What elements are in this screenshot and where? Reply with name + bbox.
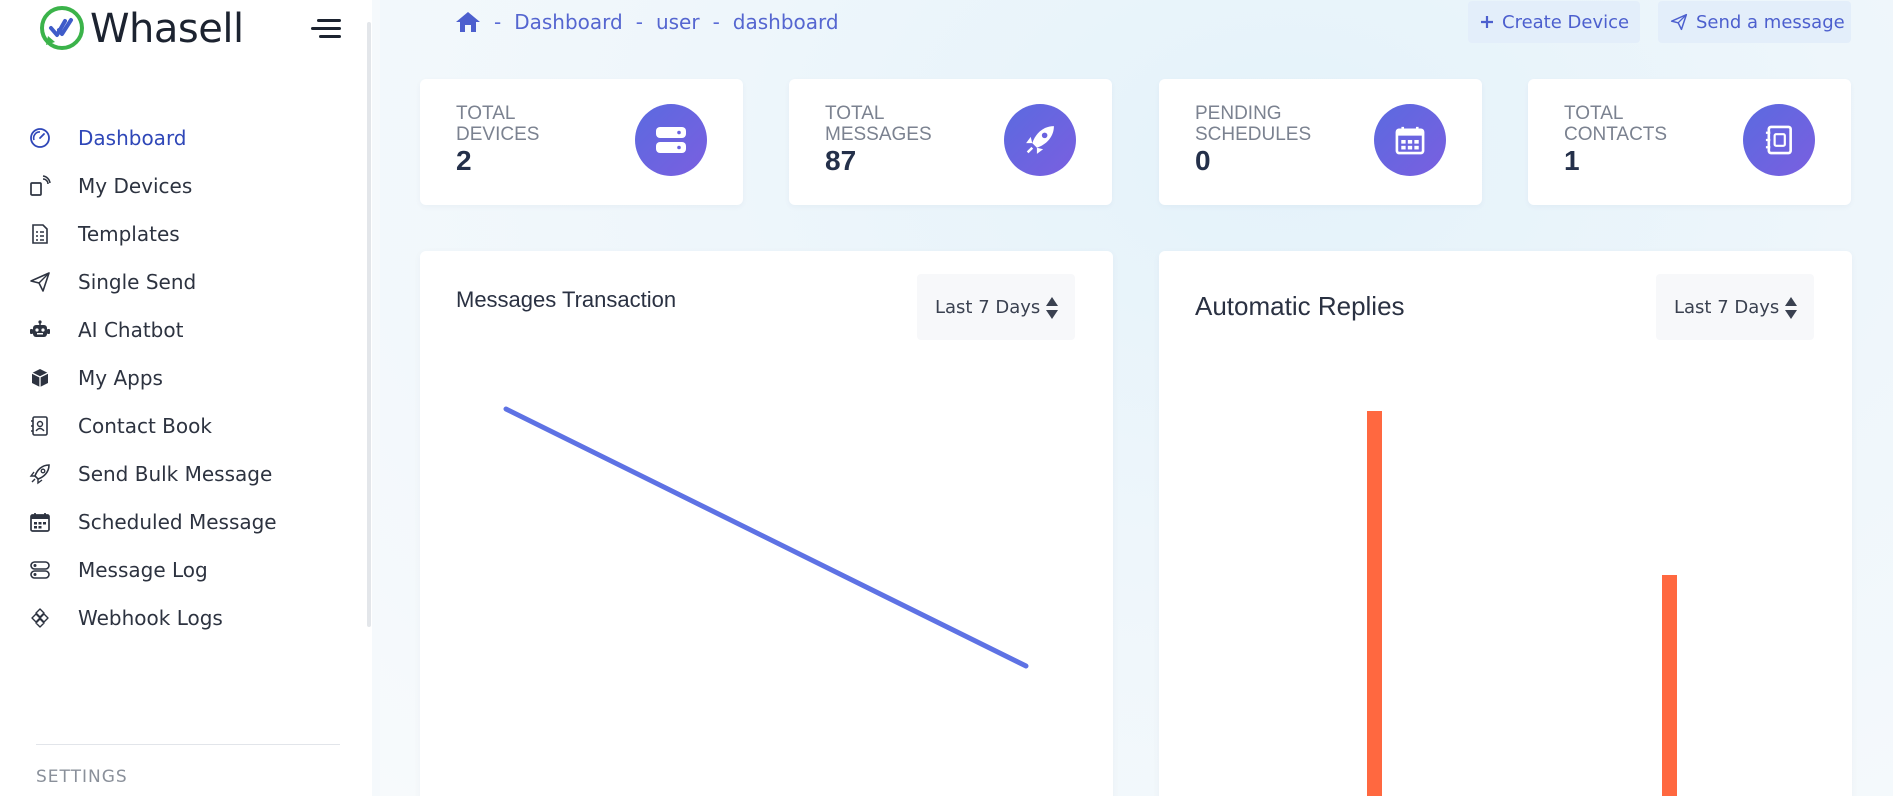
messages-line-chart xyxy=(503,406,1029,669)
sidebar-item-dashboard[interactable]: Dashboard xyxy=(28,123,348,153)
breadcrumb-separator: - xyxy=(494,10,502,34)
breadcrumb-dashboard[interactable]: Dashboard xyxy=(514,10,623,34)
plus-icon xyxy=(1480,15,1494,29)
sidebar-item-label: Dashboard xyxy=(78,126,187,150)
stat-card-total-contacts: TOTAL CONTACTS 1 xyxy=(1528,79,1851,205)
sidebar-item-contact-book[interactable]: Contact Book xyxy=(28,411,348,441)
create-device-label: Create Device xyxy=(1502,11,1630,33)
create-device-button[interactable]: Create Device xyxy=(1468,1,1640,43)
stat-label: TOTAL MESSAGES xyxy=(825,103,932,145)
sidebar-item-scheduled-message[interactable]: Scheduled Message xyxy=(28,507,348,537)
stat-value: 2 xyxy=(456,145,472,176)
settings-heading: SETTINGS xyxy=(36,767,128,787)
rocket-icon xyxy=(1004,104,1076,176)
sidebar-divider xyxy=(36,744,340,745)
webhook-icon xyxy=(28,606,52,630)
whasell-logo-icon xyxy=(40,6,84,50)
cube-icon xyxy=(28,366,52,390)
sidebar: Whasell Dashboard My Devices Templates S… xyxy=(0,0,372,796)
replies-bar xyxy=(1662,575,1677,796)
sidebar-item-label: Contact Book xyxy=(78,414,212,438)
calendar-icon xyxy=(1374,104,1446,176)
send-message-button[interactable]: Send a message xyxy=(1658,1,1851,43)
paper-plane-icon xyxy=(1670,13,1688,31)
sidebar-item-label: My Devices xyxy=(78,174,193,198)
messages-transaction-panel: Messages Transaction Last 7 Days xyxy=(420,251,1113,796)
home-icon[interactable] xyxy=(455,10,481,34)
dashboard-gauge-icon xyxy=(28,126,52,150)
sidebar-item-templates[interactable]: Templates xyxy=(28,219,348,249)
brand-name: Whasell xyxy=(90,6,244,52)
stat-label: PENDING SCHEDULES xyxy=(1195,103,1312,145)
breadcrumb-user[interactable]: user xyxy=(656,10,700,34)
sidebar-item-label: Templates xyxy=(78,222,180,246)
sidebar-item-label: Send Bulk Message xyxy=(78,462,273,486)
automatic-replies-panel: Automatic Replies Last 7 Days xyxy=(1159,251,1852,796)
stat-card-total-devices: TOTAL DEVICES 2 xyxy=(420,79,743,205)
stat-value: 87 xyxy=(825,145,857,176)
log-icon xyxy=(28,558,52,582)
menu-toggle-icon[interactable] xyxy=(311,17,341,41)
contact-book-icon xyxy=(1743,104,1815,176)
replies-bar xyxy=(1367,411,1382,796)
template-file-icon xyxy=(28,222,52,246)
sidebar-item-label: Webhook Logs xyxy=(78,606,223,630)
breadcrumb-separator: - xyxy=(635,10,643,34)
sidebar-item-label: My Apps xyxy=(78,366,163,390)
rocket-icon xyxy=(28,462,52,486)
calendar-icon xyxy=(28,510,52,534)
stat-label: TOTAL DEVICES xyxy=(456,103,540,145)
stat-label: TOTAL CONTACTS xyxy=(1564,103,1668,145)
brand-logo[interactable]: Whasell xyxy=(38,4,244,54)
sidebar-item-label: Scheduled Message xyxy=(78,510,277,534)
sidebar-item-message-log[interactable]: Message Log xyxy=(28,555,348,585)
breadcrumb-separator: - xyxy=(712,10,720,34)
sidebar-item-label: Message Log xyxy=(78,558,208,582)
sidebar-item-my-apps[interactable]: My Apps xyxy=(28,363,348,393)
stat-card-pending-schedules: PENDING SCHEDULES 0 xyxy=(1159,79,1482,205)
breadcrumb: - Dashboard - user - dashboard xyxy=(455,8,839,36)
sidebar-item-webhook-logs[interactable]: Webhook Logs xyxy=(28,603,348,633)
stat-value: 0 xyxy=(1195,145,1211,176)
sidebar-scrollbar[interactable] xyxy=(367,22,371,627)
sidebar-item-single-send[interactable]: Single Send xyxy=(28,267,348,297)
send-message-label: Send a message xyxy=(1696,11,1845,33)
sidebar-item-ai-chatbot[interactable]: AI Chatbot xyxy=(28,315,348,345)
messages-series-line xyxy=(503,406,1029,669)
replies-bar-chart xyxy=(1367,411,1677,796)
paper-plane-icon xyxy=(28,270,52,294)
server-icon xyxy=(635,104,707,176)
sidebar-item-send-bulk-message[interactable]: Send Bulk Message xyxy=(28,459,348,489)
stat-value: 1 xyxy=(1564,145,1580,176)
breadcrumb-current: dashboard xyxy=(732,10,839,34)
devices-icon xyxy=(28,174,52,198)
sidebar-item-label: AI Chatbot xyxy=(78,318,184,342)
sidebar-item-my-devices[interactable]: My Devices xyxy=(28,171,348,201)
contact-book-icon xyxy=(28,414,52,438)
robot-icon xyxy=(28,318,52,342)
stat-card-total-messages: TOTAL MESSAGES 87 xyxy=(789,79,1112,205)
sidebar-item-label: Single Send xyxy=(78,270,197,294)
